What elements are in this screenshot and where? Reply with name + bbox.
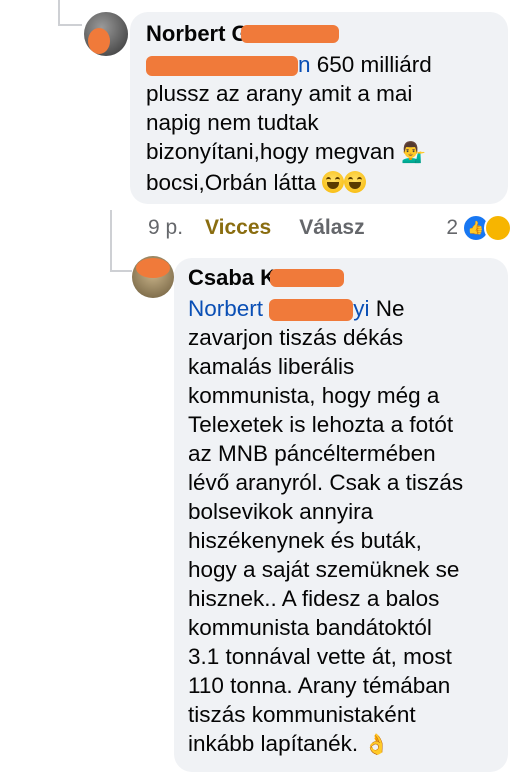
mention-link[interactable]: Norbert yi (188, 296, 370, 322)
redaction-mark (269, 299, 354, 322)
haha-reaction-icon (484, 214, 512, 242)
ok-hand-emoji: 👌 (364, 734, 390, 756)
man-emoji: 💁‍♂️ (401, 142, 427, 164)
thread-connector (58, 0, 60, 24)
redaction-mark (146, 56, 298, 77)
redaction-mark (136, 258, 170, 278)
reply-thread-curve (110, 270, 132, 272)
reaction-summary[interactable]: 👍 (462, 214, 512, 242)
thread-connector-curve (58, 24, 82, 26)
comment-text: n 650 milliárd plussz az arany amit a ma… (146, 52, 432, 195)
reply-thread-line (110, 210, 112, 270)
avatar[interactable] (84, 12, 128, 56)
reaction-button[interactable]: Vicces (205, 216, 271, 240)
comment-author[interactable]: Csaba K (188, 264, 504, 292)
comment-author[interactable]: Norbert G (146, 20, 496, 48)
laughing-emoji (322, 171, 345, 193)
mention-link[interactable]: n (298, 52, 311, 77)
comment-meta: 9 p. Vicces Válasz 2 👍 (148, 214, 512, 242)
redaction-mark (240, 25, 339, 43)
reaction-count[interactable]: 2 (446, 216, 458, 240)
reply-bubble[interactable]: Csaba K Norbert yi Ne zavarjon tiszás dé… (174, 258, 508, 772)
redaction-mark (88, 28, 110, 54)
comment-time[interactable]: 9 p. (148, 216, 183, 240)
reply-button[interactable]: Válasz (299, 216, 364, 240)
laughing-emoji (344, 171, 367, 193)
avatar[interactable] (132, 256, 174, 298)
redaction-mark (270, 269, 345, 287)
comment-text: Norbert yi Ne zavarjon tiszás dékás kama… (188, 296, 464, 756)
comment-bubble[interactable]: Norbert G n 650 milliárd plussz az arany… (130, 12, 508, 204)
